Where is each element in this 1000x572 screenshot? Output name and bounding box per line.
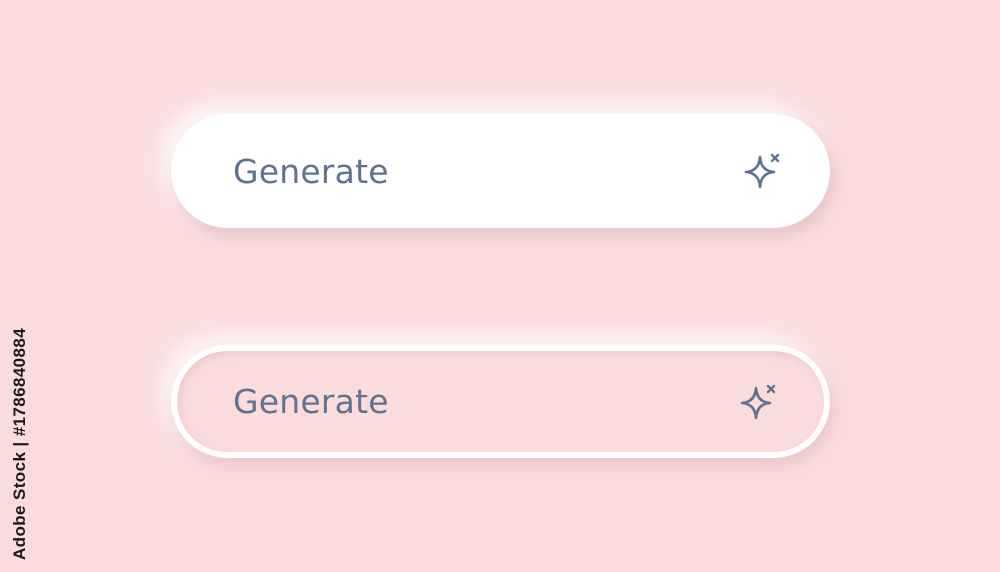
generate-button-pressed-label: Generate bbox=[233, 382, 389, 421]
generate-button-pressed[interactable]: Generate bbox=[171, 345, 830, 458]
sparkle-icon bbox=[740, 383, 778, 421]
generate-button[interactable]: Generate bbox=[171, 114, 830, 228]
stock-watermark: Adobe Stock | #1786840884 bbox=[10, 327, 29, 560]
sparkle-icon bbox=[744, 152, 782, 190]
generate-button-label: Generate bbox=[233, 151, 389, 191]
